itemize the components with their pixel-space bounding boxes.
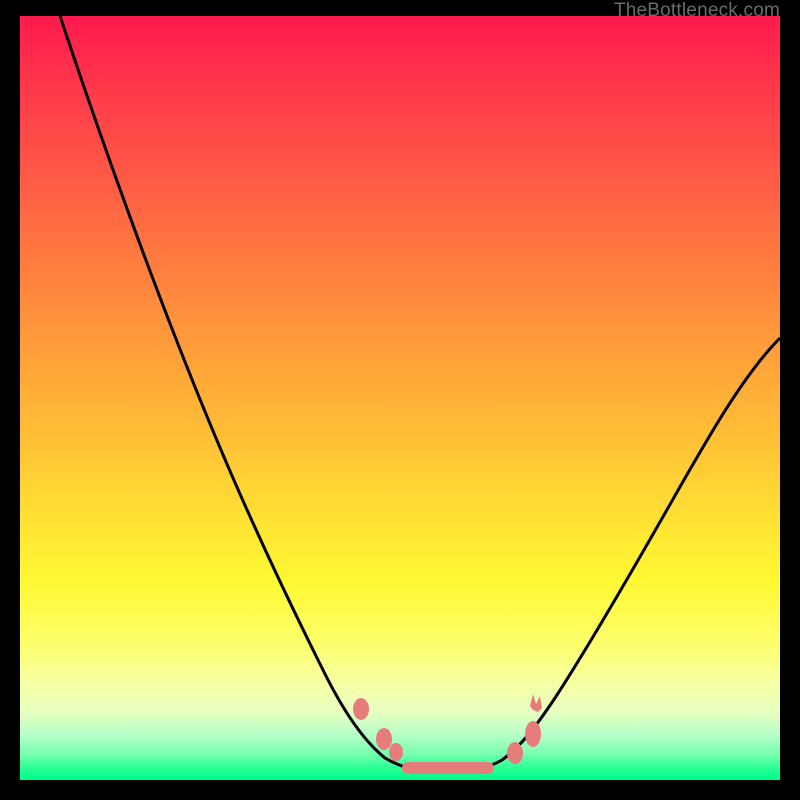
marker-dot [376,728,392,750]
watermark-text: TheBottleneck.com [614,0,780,22]
marker-dot [389,743,403,761]
marker-dot [353,698,369,720]
bottleneck-curve-line [60,16,780,772]
marker-run [402,762,494,774]
marker-dot [507,742,523,764]
chart-frame [20,16,780,780]
marker-flame-icon [530,694,542,712]
curve-markers [353,694,542,774]
bottleneck-curve-plot [20,16,780,780]
marker-dot [525,721,541,747]
